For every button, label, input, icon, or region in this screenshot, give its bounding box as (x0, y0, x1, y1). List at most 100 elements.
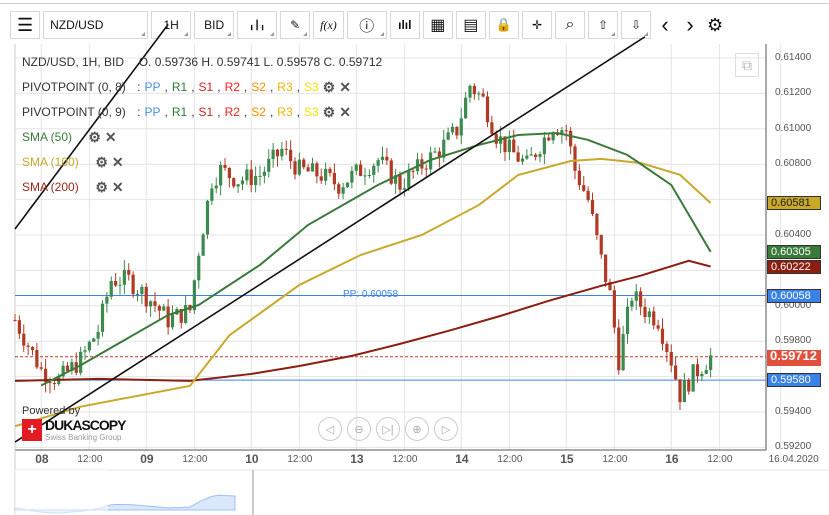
price-tick: 0.60400 (775, 229, 812, 240)
pivot-part: PP (144, 105, 161, 119)
time-tick: 08 (35, 452, 49, 466)
sma-label: SMA (50) (22, 130, 73, 144)
candle-body (17, 320, 21, 334)
popout-icon[interactable]: ⧉ (735, 53, 759, 77)
candle-body (582, 185, 586, 191)
chart-legend: NZD/USD, 1H, BID O. 0.59736 H. 0.59741 L… (22, 50, 382, 200)
candle-body (13, 319, 17, 321)
legend-title: NZD/USD, 1H, BID (22, 55, 125, 69)
candle-body (65, 365, 70, 371)
time-tick: 16.04.2020 (768, 454, 819, 465)
candle-body (695, 364, 700, 377)
gear-icon[interactable]: ⚙ (323, 75, 336, 100)
time-tick: 13 (350, 452, 364, 466)
pivot-part: S3 (303, 80, 319, 94)
candle-body (678, 379, 682, 403)
candle-body (534, 154, 538, 157)
pivot-part: S1 (198, 105, 214, 119)
candle-body (520, 158, 525, 162)
legend-pivot: PIVOTPOINT (0, 9) : PP, R1, S1, R2, S2, R3, S3 ⚙… (22, 100, 382, 125)
gear-icon[interactable]: ⚙ (88, 125, 101, 150)
candle-body (157, 305, 161, 311)
gear-icon[interactable]: ⚙ (95, 175, 108, 200)
candle-body (424, 168, 428, 170)
candle-body (118, 284, 122, 286)
price-tick: 0.59400 (775, 406, 812, 417)
time-tick: 12:00 (182, 454, 208, 465)
gear-icon[interactable]: ⚙ (323, 100, 336, 125)
candle-body (205, 200, 210, 235)
legend-pivot: PIVOTPOINT (0, 8) : PP, R1, S1, R2, S2, R3, S3 ⚙… (22, 75, 382, 100)
time-tick: 15 (560, 452, 574, 466)
sma-label: SMA (100) (22, 155, 79, 169)
candle-body (481, 93, 485, 97)
pivot-part: S3 (303, 105, 319, 119)
pivot-part: S2 (251, 105, 266, 119)
close-icon[interactable]: ✕ (105, 125, 117, 150)
candle-body (433, 151, 437, 153)
price-tick: 0.59800 (775, 335, 812, 347)
candle-body (455, 126, 459, 136)
candle-body (639, 291, 643, 307)
close-icon[interactable]: ✕ (339, 100, 351, 125)
pivot-part: R3 (277, 105, 293, 119)
candle-body (131, 274, 135, 295)
candle-body (153, 301, 157, 306)
candle-body (621, 334, 625, 371)
candle-body (459, 118, 463, 136)
candle-body (704, 369, 708, 374)
candle-body (516, 152, 520, 162)
close-icon[interactable]: ✕ (339, 75, 351, 100)
brand-sub: Swiss Banking Group (45, 433, 122, 442)
time-tick: 12:00 (392, 454, 418, 465)
legend-sma: SMA (200) ⚙ ✕ (22, 175, 382, 200)
powered-by-text: Powered by (22, 405, 81, 417)
close-icon[interactable]: ✕ (112, 150, 124, 175)
time-tick: 09 (140, 452, 154, 466)
candle-body (450, 126, 455, 133)
brand-name: DUKASCOPY (45, 417, 126, 433)
candle-body (127, 270, 131, 275)
zoom-in-button[interactable]: ⊕ (405, 417, 429, 441)
pivot-part: R2 (224, 105, 240, 119)
candle-body (564, 130, 568, 132)
candle-body (569, 130, 573, 147)
price-label: 0.60222 (767, 259, 821, 274)
candle-body (30, 346, 35, 351)
candle-body (22, 333, 26, 346)
candle-body (494, 133, 498, 144)
candle-body (507, 139, 511, 153)
price-tick: 0.61200 (775, 87, 812, 99)
scroll-right-button[interactable]: ▷ (434, 417, 458, 441)
candle-body (660, 328, 665, 344)
price-tick: 0.61000 (775, 122, 812, 134)
candle-body (477, 93, 481, 95)
candle-body (166, 306, 170, 328)
candle-body (135, 294, 140, 296)
candle-body (83, 350, 87, 352)
scroll-end-button[interactable]: ▷| (376, 417, 400, 441)
candle-body (385, 156, 389, 161)
pivot-part: R2 (224, 80, 240, 94)
candle-body (630, 300, 634, 307)
gear-icon[interactable]: ⚙ (95, 150, 108, 175)
time-tick: 10 (245, 452, 259, 466)
scroll-left-button[interactable]: ◁ (318, 417, 342, 441)
time-tick: 12:00 (602, 454, 628, 465)
legend-sma: SMA (100) ⚙ ✕ (22, 150, 382, 175)
candle-body (79, 351, 83, 373)
candle-body (122, 270, 126, 285)
time-tick: 16 (665, 452, 679, 466)
zoom-out-button[interactable]: ⊖ (347, 417, 371, 441)
candle-body (87, 341, 91, 351)
price-label: 0.60305 (767, 244, 821, 259)
legend-sma: SMA (50) ⚙ ✕ (22, 125, 382, 150)
pivot-label: PIVOTPOINT (0, 8) (22, 80, 126, 94)
candle-body (665, 343, 669, 352)
close-icon[interactable]: ✕ (112, 175, 124, 200)
candle-body (573, 146, 577, 171)
candle-body (407, 170, 411, 189)
candle-body (682, 379, 686, 403)
time-tick: 12:00 (287, 454, 313, 465)
candle-body (525, 155, 529, 159)
